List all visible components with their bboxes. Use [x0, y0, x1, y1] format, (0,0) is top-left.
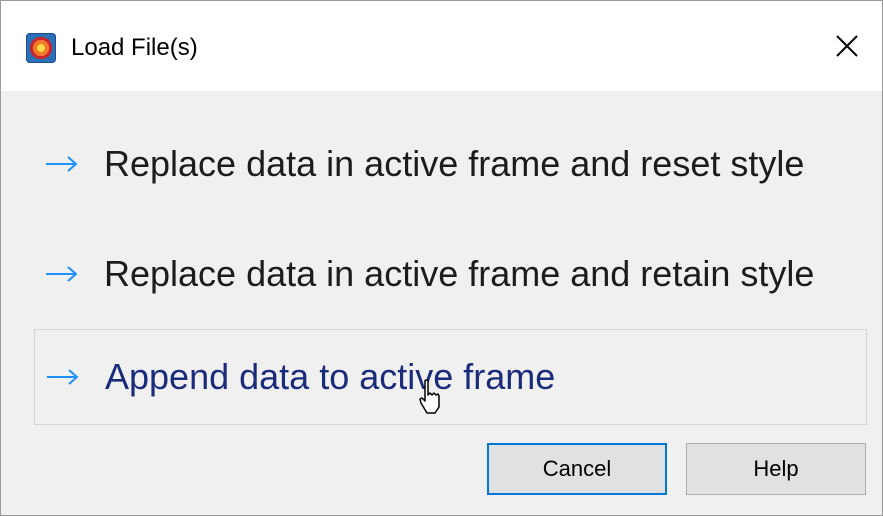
option-replace-reset-style[interactable]: Replace data in active frame and reset s… — [34, 131, 867, 197]
load-files-dialog: Load File(s) Replace data in active fram… — [0, 0, 883, 516]
option-label: Replace data in active frame and retain … — [104, 253, 815, 294]
close-button[interactable] — [812, 1, 882, 91]
option-label: Append data to active frame — [105, 356, 556, 397]
hand-pointer-cursor-icon — [419, 379, 440, 414]
title-bar: Load File(s) — [1, 1, 882, 91]
option-append-data[interactable]: Append data to active frame — [34, 329, 867, 425]
arrow-right-icon — [46, 156, 78, 172]
help-button[interactable]: Help — [686, 443, 866, 495]
cancel-button[interactable]: Cancel — [487, 443, 667, 495]
arrow-right-icon — [47, 369, 79, 385]
window-title: Load File(s) — [71, 34, 198, 61]
option-label: Replace data in active frame and reset s… — [104, 143, 805, 184]
option-replace-retain-style[interactable]: Replace data in active frame and retain … — [34, 241, 867, 307]
app-icon — [26, 33, 56, 63]
arrow-right-icon — [46, 266, 78, 282]
close-icon — [836, 35, 858, 57]
